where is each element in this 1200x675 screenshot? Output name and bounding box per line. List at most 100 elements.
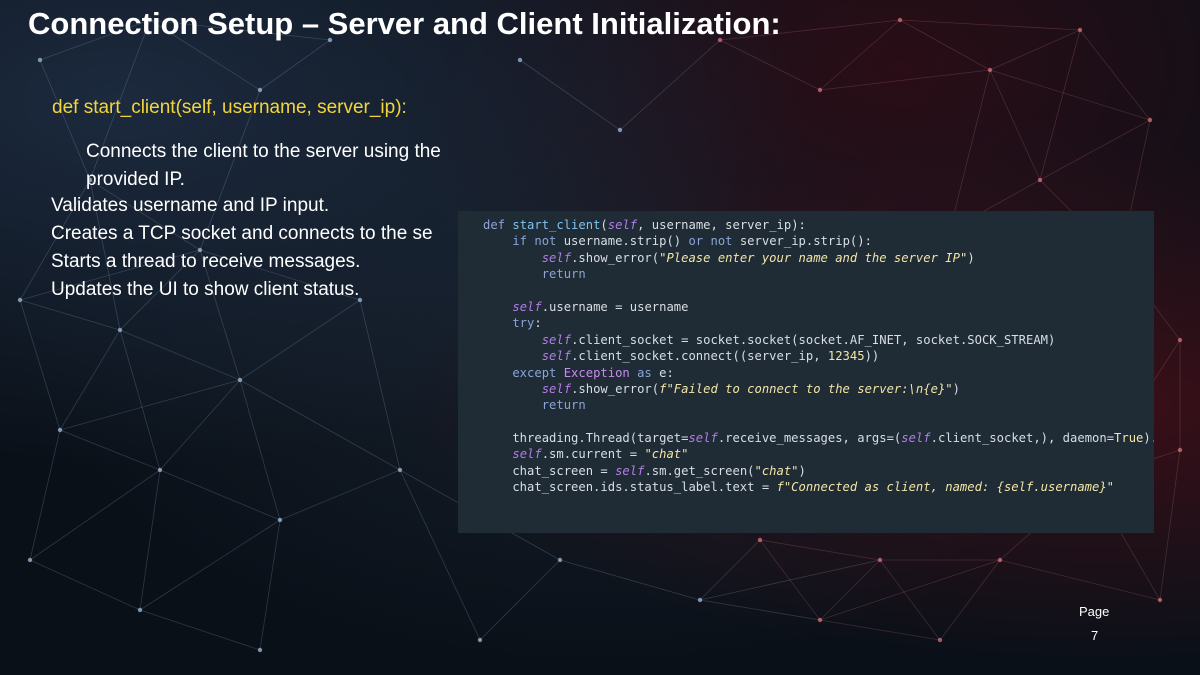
network-line bbox=[939, 559, 1001, 641]
network-node bbox=[1147, 117, 1153, 123]
code-token: chat_screen.ids.status_label.text = bbox=[483, 480, 777, 495]
bullet-item: Validates username and IP input. bbox=[51, 195, 330, 216]
bullet-item: Starts a thread to receive messages. bbox=[51, 251, 361, 272]
code-token: self bbox=[541, 381, 572, 396]
network-node bbox=[477, 637, 483, 643]
network-line bbox=[259, 519, 281, 651]
code-line: threading.Thread(target= self.receive_mes… bbox=[483, 430, 1154, 446]
code-token: .sm.current = bbox=[541, 447, 645, 462]
code-line: def start_client(self, username, server_… bbox=[483, 217, 1154, 233]
network-line bbox=[619, 39, 721, 131]
code-token: f"Failed to connect to the server:\n{e}" bbox=[659, 381, 953, 396]
network-node bbox=[257, 87, 263, 93]
code-token: username.strip() bbox=[563, 234, 689, 249]
code-token: return bbox=[483, 267, 586, 282]
code-token: "chat" bbox=[644, 447, 689, 462]
page-label: Page bbox=[1079, 604, 1110, 619]
code-line: self.sm.current = "chat" bbox=[483, 446, 1154, 462]
code-token: def bbox=[483, 218, 513, 232]
network-node bbox=[517, 57, 523, 63]
code-line: except Exception as e: bbox=[483, 365, 1154, 381]
code-block: def start_client( self , username, server_… bbox=[458, 211, 1154, 496]
page-number: 7 bbox=[1091, 628, 1099, 643]
network-node bbox=[817, 617, 823, 623]
network-node bbox=[237, 377, 243, 383]
bullet-item: Creates a TCP socket and connects to the… bbox=[51, 223, 433, 244]
network-line bbox=[699, 539, 761, 601]
network-line bbox=[699, 599, 821, 621]
network-line bbox=[259, 39, 331, 91]
code-line: self.show_error("Please enter your name … bbox=[483, 250, 1154, 266]
network-line bbox=[819, 69, 991, 91]
network-line bbox=[1159, 449, 1181, 601]
code-token: try bbox=[483, 316, 535, 331]
code-token: server_ip.strip(): bbox=[739, 234, 872, 249]
network-line bbox=[1079, 29, 1151, 121]
code-token: or not bbox=[688, 234, 740, 249]
network-line bbox=[359, 299, 401, 471]
network-line bbox=[39, 59, 91, 181]
code-token: ).start() bbox=[1143, 431, 1154, 446]
network-line bbox=[1039, 119, 1151, 181]
network-line bbox=[29, 469, 161, 561]
network-line bbox=[59, 379, 241, 431]
network-node bbox=[987, 67, 993, 73]
code-line: chat_screen.ids.status_label.text = f"Co… bbox=[483, 479, 1154, 495]
code-token: start_client bbox=[512, 218, 601, 232]
code-token: self bbox=[615, 463, 645, 478]
code-token: Exception bbox=[563, 365, 638, 380]
code-token: self bbox=[901, 431, 931, 446]
code-token: .client_socket = socket.socket(socket.AF… bbox=[571, 332, 1056, 347]
code-token: , username, server_ip): bbox=[637, 218, 806, 232]
network-node bbox=[757, 537, 763, 543]
network-line bbox=[19, 299, 61, 431]
code-token: ) bbox=[967, 250, 975, 265]
network-node bbox=[1177, 337, 1183, 343]
slide: Connection Setup – Server and Client Ini… bbox=[0, 0, 1200, 675]
network-node bbox=[617, 127, 623, 133]
network-line bbox=[989, 29, 1081, 71]
code-token: .username = username bbox=[541, 299, 689, 314]
code-token: ( bbox=[600, 218, 608, 232]
code-token: .client_socket,), daemon= bbox=[930, 431, 1115, 446]
code-token: .receive_messages, args=( bbox=[717, 431, 902, 446]
network-line bbox=[879, 559, 941, 641]
network-line bbox=[819, 559, 1001, 621]
network-node bbox=[17, 297, 23, 303]
bullet-list: Validates username and IP input. Creates… bbox=[51, 192, 471, 304]
code-token: e: bbox=[659, 365, 674, 380]
network-line bbox=[279, 469, 401, 521]
code-token: self bbox=[512, 447, 542, 462]
network-node bbox=[27, 557, 33, 563]
network-line bbox=[1039, 29, 1081, 181]
code-line: return bbox=[483, 266, 1154, 282]
code-line: return bbox=[483, 397, 1154, 413]
network-line bbox=[119, 329, 161, 471]
code-token: "Please enter your name and the server I… bbox=[659, 250, 968, 265]
network-node bbox=[897, 17, 903, 23]
network-node bbox=[557, 557, 563, 563]
code-token: self bbox=[541, 250, 572, 265]
code-token: threading.Thread(target= bbox=[483, 431, 689, 446]
network-node bbox=[997, 557, 1003, 563]
network-node bbox=[257, 647, 263, 653]
code-token: return bbox=[483, 398, 586, 413]
network-line bbox=[29, 559, 141, 611]
code-token: as bbox=[637, 365, 660, 380]
network-line bbox=[519, 59, 621, 131]
code-line: self.client_socket.connect((server_ip, 1… bbox=[483, 348, 1154, 364]
function-description: Connects the client to the server using … bbox=[86, 141, 441, 190]
code-line: if not username.strip() or not server_ip… bbox=[483, 233, 1154, 249]
bullet-item: Updates the UI to show client status. bbox=[51, 279, 360, 300]
code-token: ) bbox=[798, 463, 806, 478]
network-line bbox=[559, 559, 701, 601]
code-token: ) bbox=[952, 381, 960, 396]
code-token: : bbox=[534, 316, 542, 331]
network-node bbox=[37, 57, 43, 63]
network-node bbox=[157, 467, 163, 473]
code-line: self.client_socket = socket.socket(socke… bbox=[483, 332, 1154, 348]
